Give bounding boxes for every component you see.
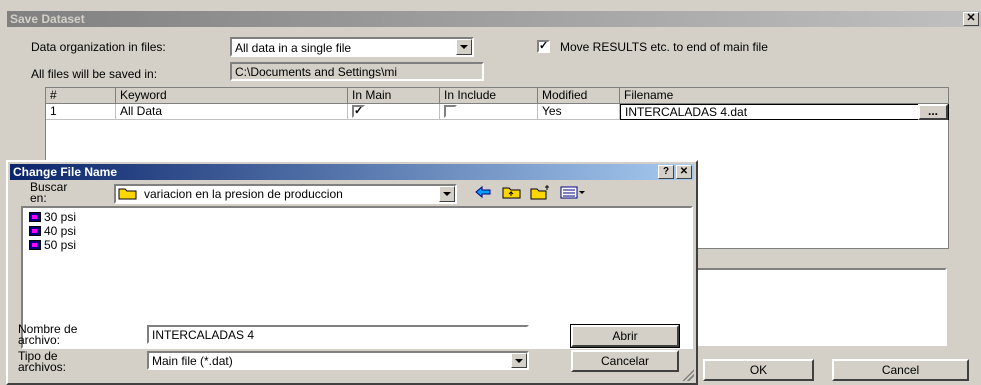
info-panel [696,268,947,346]
grid-header-in-include[interactable]: In Include [440,88,538,104]
change-file-name-titlebar: Change File Name ? ✕ [10,164,694,180]
table-row-keyword: All Data [116,104,348,120]
new-folder-icon[interactable] [530,184,552,204]
view-menu-icon[interactable] [560,184,586,204]
grid-header-keyword[interactable]: Keyword [116,88,348,104]
chevron-down-icon[interactable] [439,186,455,202]
table-row-modified: Yes [538,104,620,120]
browse-button[interactable]: ... [918,104,948,120]
grid-header-modified[interactable]: Modified [538,88,620,104]
table-row-in-main-cell: ✓ [348,104,440,120]
up-folder-icon[interactable] [502,184,522,204]
file-icon [29,226,41,236]
folder-icon [118,186,140,200]
save-dataset-title: Save Dataset [10,12,85,26]
lookin-value: variacion en la presion de produccion [144,187,343,201]
chevron-down-icon[interactable] [456,39,472,55]
filename-label: Nombre de archivo: [18,322,78,347]
list-item[interactable]: 30 psi [29,210,76,224]
data-org-select[interactable]: All data in a single file [230,37,474,57]
file-icon [29,240,41,250]
saved-in-value: C:\Documents and Settings\mi [235,65,398,79]
list-item[interactable]: 40 psi [29,224,76,238]
filetype-label: Tipo de archivos: [18,349,67,374]
move-results-checkbox[interactable]: ✓ [537,40,550,53]
list-item[interactable]: 50 psi [29,238,76,252]
table-row-in-include-cell [440,104,538,120]
in-include-checkbox[interactable] [444,105,457,118]
table-row-filename-cell[interactable]: INTERCALADAS 4.dat ... [620,104,949,120]
close-icon[interactable]: ✕ [963,12,979,26]
help-icon[interactable]: ? [658,165,674,179]
grid-header-num[interactable]: # [46,88,116,104]
data-org-value: All data in a single file [235,41,352,55]
close-icon[interactable]: ✕ [676,165,692,179]
resize-grip-icon[interactable] [682,369,694,381]
filetype-select[interactable]: Main file (*.dat) [147,351,529,370]
table-row-num: 1 [46,104,116,120]
lookin-label: Buscar en: [30,180,68,205]
file-icon [29,212,41,222]
grid-header-filename[interactable]: Filename [620,88,949,104]
saved-in-field: C:\Documents and Settings\mi [230,62,484,81]
chevron-down-icon[interactable] [511,353,527,368]
open-button[interactable]: Abrir [570,324,680,348]
filename-value: INTERCALADAS 4 [152,328,255,342]
back-arrow-icon[interactable] [474,184,492,204]
data-org-label: Data organization in files: [31,40,166,54]
cancel-button[interactable]: Cancel [832,359,969,381]
change-file-name-title: Change File Name [13,165,118,179]
table-row-filename: INTERCALADAS 4.dat [625,105,748,119]
lookin-select[interactable]: variacion en la presion de produccion [114,184,457,204]
filetype-value: Main file (*.dat) [152,354,233,368]
move-results-label: Move RESULTS etc. to end of main file [560,40,768,54]
save-dataset-titlebar: Save Dataset ✕ [7,11,981,27]
ok-button[interactable]: OK [703,359,814,381]
change-file-name-dialog: Change File Name ? ✕ Buscar en: variacio… [6,160,698,385]
filename-input[interactable]: INTERCALADAS 4 [147,325,529,344]
saved-in-label: All files will be saved in: [31,67,158,81]
in-main-checkbox[interactable]: ✓ [352,105,365,118]
cancel-button[interactable]: Cancelar [571,350,679,372]
grid-header-in-main[interactable]: In Main [348,88,440,104]
